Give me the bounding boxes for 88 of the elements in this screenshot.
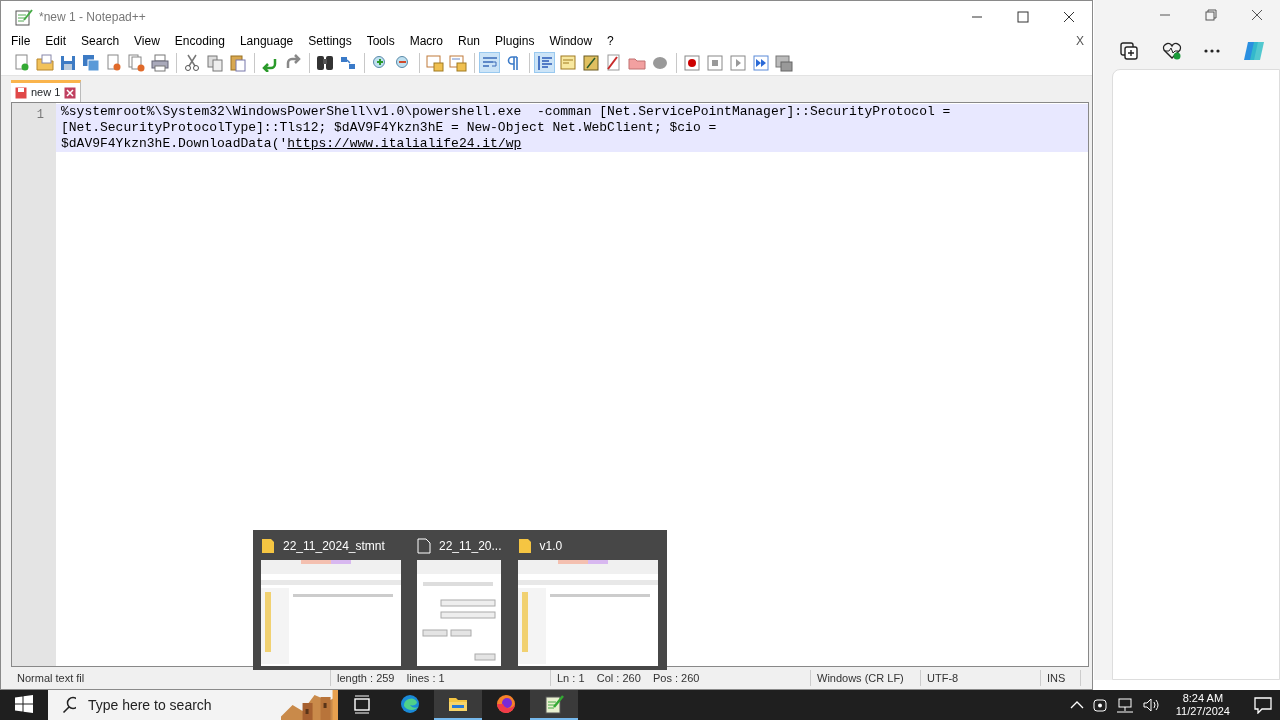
search-bar[interactable]: Type here to search [48, 690, 338, 720]
window-title[interactable]: 22_11_2024_stmnt [283, 537, 385, 555]
save-all-button[interactable] [80, 52, 101, 73]
link[interactable]: https://www.italialife24.it/wp [287, 136, 522, 151]
clock-time[interactable]: 8:24 AM [1175, 692, 1230, 705]
menu-item[interactable]: Search [81, 32, 120, 50]
menu-item[interactable]: ? [607, 32, 614, 50]
menu-item[interactable]: View [134, 32, 160, 50]
document-tab[interactable]: new 1 [11, 80, 82, 102]
close-all-button[interactable] [126, 52, 147, 73]
notepad-icon [15, 7, 33, 26]
windows-icon [15, 695, 33, 713]
fast-forward-button[interactable] [750, 52, 771, 73]
folder-icon [517, 538, 532, 554]
editor[interactable] [11, 102, 1089, 667]
print-icon [150, 53, 169, 72]
notepad-taskbar-button[interactable] [530, 690, 578, 720]
stop-icon [705, 53, 724, 72]
menu-item[interactable]: Run [458, 32, 481, 50]
menu-item[interactable]: Settings [308, 32, 352, 50]
stop-button[interactable] [704, 52, 725, 73]
print-button[interactable] [149, 52, 170, 73]
play-button[interactable] [727, 52, 748, 73]
copy-button[interactable] [204, 52, 225, 73]
window-thumbnail[interactable] [261, 560, 401, 666]
indent-guide-button[interactable] [534, 52, 555, 73]
close-icon [1251, 9, 1263, 21]
close-file-icon [104, 53, 123, 72]
notepad-icon [544, 694, 564, 714]
firefox-icon [496, 694, 516, 714]
window-title: *new 1 - Notepad++ [39, 8, 146, 26]
window-thumbnail[interactable] [517, 560, 658, 666]
indent-guide-icon [535, 53, 554, 72]
menu-item[interactable]: Edit [45, 32, 67, 50]
copilot-icon[interactable] [1242, 40, 1266, 62]
open-file-button[interactable] [34, 52, 55, 73]
paste-icon [228, 53, 247, 72]
window-title[interactable]: v1.0 [539, 537, 563, 555]
close-icon [1063, 10, 1075, 23]
volume-icon[interactable] [1141, 697, 1160, 713]
task-view-icon [352, 694, 372, 714]
menu-item[interactable]: Plugins [495, 32, 535, 50]
paste-button[interactable] [227, 52, 248, 73]
collections-icon[interactable] [1120, 42, 1140, 60]
menu-item[interactable]: Language [239, 32, 294, 50]
save-icon [58, 53, 77, 72]
document-map-icon [558, 53, 577, 72]
window-title[interactable]: 22_11_20... [439, 537, 502, 555]
record-icon [682, 53, 701, 72]
menu-item[interactable]: Encoding [174, 32, 225, 50]
save-all-icon [81, 53, 100, 72]
save-icon [15, 86, 27, 99]
record-button[interactable] [681, 52, 702, 73]
status-text: INS [1041, 669, 1081, 687]
search-field[interactable]: Type here to search [85, 693, 271, 717]
close-icon[interactable] [64, 86, 77, 99]
search-icon [62, 696, 76, 714]
folder-taskbar-button[interactable] [434, 690, 482, 720]
menu-item[interactable]: File [11, 32, 31, 50]
fast-forward-icon [751, 53, 770, 72]
close-tab-button[interactable]: X [1076, 32, 1084, 50]
network-icon[interactable] [1115, 697, 1134, 713]
file-icon [417, 538, 431, 554]
heart-pulse-icon[interactable] [1162, 42, 1182, 60]
status-text: UTF-8 [921, 669, 1041, 687]
clock-date[interactable]: 11/27/2024 [1175, 705, 1230, 718]
copy-icon [205, 53, 224, 72]
maximize-icon [1017, 10, 1029, 23]
folder-icon [261, 538, 275, 554]
restore-icon [1205, 9, 1217, 21]
meet-now-icon[interactable] [1091, 697, 1108, 713]
status-text: Windows (CR LF) [811, 669, 921, 687]
play-icon [728, 53, 747, 72]
chevron-up-icon[interactable] [1069, 700, 1084, 710]
browser-icon [400, 694, 420, 714]
line-number: 1 [12, 103, 56, 666]
open-file-icon [35, 53, 54, 72]
notification-icon[interactable] [1254, 696, 1272, 714]
binoculars-icon [315, 53, 334, 72]
more-icon[interactable] [1204, 49, 1220, 53]
menu-item[interactable]: Tools [366, 32, 395, 50]
window-thumbnail[interactable] [417, 560, 501, 666]
new-file-icon [12, 53, 31, 72]
word-wrap-button[interactable] [479, 52, 500, 73]
menu-item[interactable]: Macro [409, 32, 443, 50]
cut-icon [182, 53, 201, 72]
close-all-icon [127, 53, 146, 72]
menu-item[interactable]: Window [549, 32, 593, 50]
